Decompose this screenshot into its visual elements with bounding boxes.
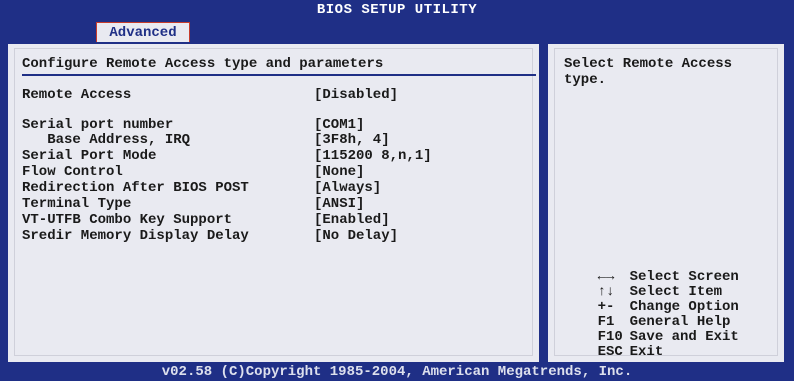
setting-value-terminal-type[interactable]: [ANSI] bbox=[314, 196, 364, 212]
window-title: BIOS SETUP UTILITY bbox=[316, 2, 478, 18]
help-description: Select Remote Access type. bbox=[564, 56, 741, 88]
help-panel: Select Remote Access type. ←→ Select Scre… bbox=[548, 44, 784, 362]
setting-value-memory-display-delay[interactable]: [No Delay] bbox=[314, 228, 398, 244]
section-heading: Configure Remote Access type and paramet… bbox=[22, 56, 384, 72]
setting-value-base-address-irq: [3F8h, 4] bbox=[314, 132, 390, 148]
setting-label-terminal-type: Terminal Type bbox=[22, 196, 132, 212]
heading-divider bbox=[22, 74, 536, 76]
key-action-label: Exit bbox=[629, 344, 664, 360]
setting-value-redirection-after-post[interactable]: [Always] bbox=[314, 180, 381, 196]
key-name: ESC bbox=[597, 344, 623, 360]
setting-label-combo-key-support: VT-UTFB Combo Key Support bbox=[22, 212, 233, 228]
tab-advanced[interactable]: Advanced bbox=[96, 22, 190, 43]
setting-value-serial-port-number[interactable]: [COM1] bbox=[314, 117, 364, 133]
setting-label-base-address-irq: Base Address, IRQ bbox=[22, 132, 191, 148]
setting-label-memory-display-delay: Sredir Memory Display Delay bbox=[22, 228, 249, 244]
setting-label-serial-port-number: Serial port number bbox=[22, 117, 174, 133]
setting-value-serial-port-mode[interactable]: [115200 8,n,1] bbox=[314, 148, 432, 164]
setting-value-combo-key-support[interactable]: [Enabled] bbox=[314, 212, 390, 228]
setting-label-remote-access: Remote Access bbox=[22, 87, 132, 103]
copyright-footer: v02.58 (C)Copyright 1985-2004, American … bbox=[161, 364, 633, 380]
settings-panel: Configure Remote Access type and paramet… bbox=[8, 44, 539, 362]
setting-value-remote-access[interactable]: [Disabled] bbox=[314, 87, 398, 103]
setting-label-flow-control: Flow Control bbox=[22, 164, 123, 180]
setting-label-redirection-after-post: Redirection After BIOS POST bbox=[22, 180, 249, 196]
setting-label-serial-port-mode: Serial Port Mode bbox=[22, 148, 157, 164]
setting-value-flow-control[interactable]: [None] bbox=[314, 164, 364, 180]
